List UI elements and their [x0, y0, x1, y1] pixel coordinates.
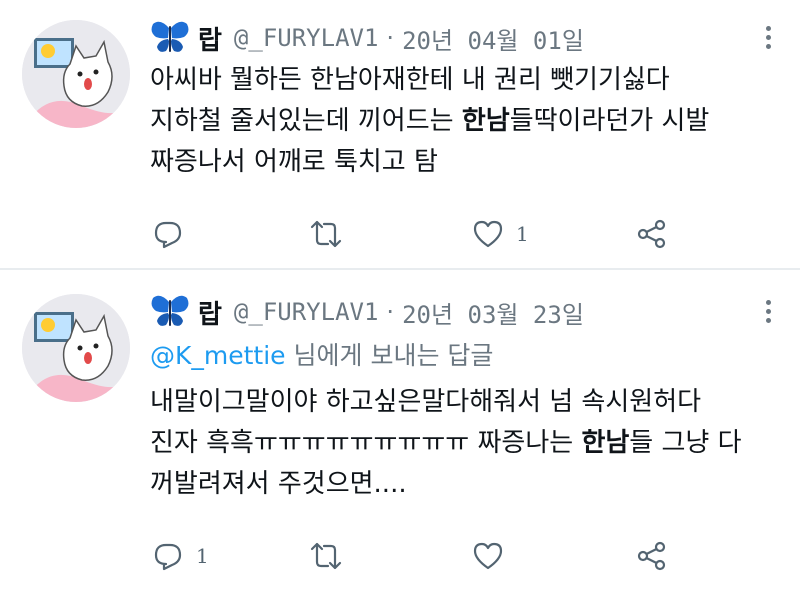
- retweet-button[interactable]: [310, 536, 342, 576]
- retweet-icon: [310, 220, 342, 248]
- reply-count: 1: [196, 544, 209, 568]
- tweet-line: 꺼발려져서 주것으면....: [150, 469, 407, 499]
- tweet-header: 랍 @_FURYLAV1 · 20년 04월 01일: [150, 18, 584, 58]
- reply-icon: [154, 543, 182, 571]
- separator-dot: ·: [386, 24, 395, 52]
- butterfly-icon: [151, 295, 189, 326]
- heart-icon: [473, 220, 503, 248]
- tweet-line: 아씨바 뭘하든 한남아재한테 내 권리 뺏기기싫다: [150, 65, 670, 95]
- share-icon: [637, 541, 666, 571]
- like-button[interactable]: 1: [472, 214, 529, 254]
- display-name[interactable]: 랍: [198, 20, 222, 57]
- reply-context: @K_mettie 님에게 보내는 답글: [150, 336, 493, 372]
- highlighted-keyword: 한남: [461, 106, 510, 136]
- share-button[interactable]: [636, 214, 668, 254]
- highlighted-keyword: 한남: [581, 428, 630, 458]
- mention-link[interactable]: @K_mettie: [150, 341, 286, 370]
- display-name[interactable]: 랍: [198, 294, 222, 331]
- tweet-text: 내말이그말이야 하고싶은말다해줘서 넘 속시원허다 진자 흑흑ㅠㅠㅠㅠㅠㅠㅠㅠㅠ…: [150, 382, 780, 505]
- share-button[interactable]: [636, 536, 668, 576]
- retweet-icon: [310, 542, 342, 570]
- retweet-button[interactable]: [310, 214, 342, 254]
- reply-icon: [154, 221, 182, 249]
- avatar[interactable]: [22, 20, 130, 128]
- heart-icon: [473, 542, 503, 570]
- like-button[interactable]: [472, 536, 516, 576]
- separator-dot: ·: [386, 298, 395, 326]
- share-icon: [637, 219, 666, 249]
- tweet-date[interactable]: 20년 03월 23일: [402, 295, 584, 330]
- more-icon[interactable]: [766, 26, 774, 49]
- user-handle[interactable]: @_FURYLAV1: [234, 24, 379, 52]
- user-handle[interactable]: @_FURYLAV1: [234, 298, 379, 326]
- reply-button[interactable]: 1: [152, 536, 209, 576]
- tweet-date[interactable]: 20년 04월 01일: [402, 21, 584, 56]
- like-count: 1: [516, 222, 529, 246]
- tweet-header: 랍 @_FURYLAV1 · 20년 03월 23일: [150, 292, 584, 332]
- reply-context-label: 님에게 보내는 답글: [285, 341, 494, 370]
- tweet-line: 내말이그말이야 하고싶은말다해줘서 넘 속시원허다: [150, 387, 702, 417]
- tweet-line: 짜증나서 어깨로 툭치고 탐: [150, 147, 438, 177]
- avatar[interactable]: [22, 294, 130, 402]
- tweet-line: 지하철 줄서있는데 끼어드는 한남들딱이라던가 시발: [150, 106, 710, 136]
- tweet-text: 아씨바 뭘하든 한남아재한테 내 권리 뺏기기싫다 지하철 줄서있는데 끼어드는…: [150, 60, 780, 183]
- tweet-actions: 1: [150, 536, 690, 576]
- tweet-line: 진자 흑흑ㅠㅠㅠㅠㅠㅠㅠㅠㅠ 짜증나는 한남들 그냥 다: [150, 428, 742, 458]
- tweet[interactable]: 랍 @_FURYLAV1 · 20년 03월 23일 @K_mettie 님에게…: [0, 270, 800, 589]
- reply-button[interactable]: [152, 214, 196, 254]
- more-icon[interactable]: [766, 300, 774, 323]
- tweet[interactable]: 랍 @_FURYLAV1 · 20년 04월 01일 아씨바 뭘하든 한남아재한…: [0, 0, 800, 268]
- tweet-actions: 1: [150, 214, 690, 254]
- butterfly-icon: [151, 21, 189, 52]
